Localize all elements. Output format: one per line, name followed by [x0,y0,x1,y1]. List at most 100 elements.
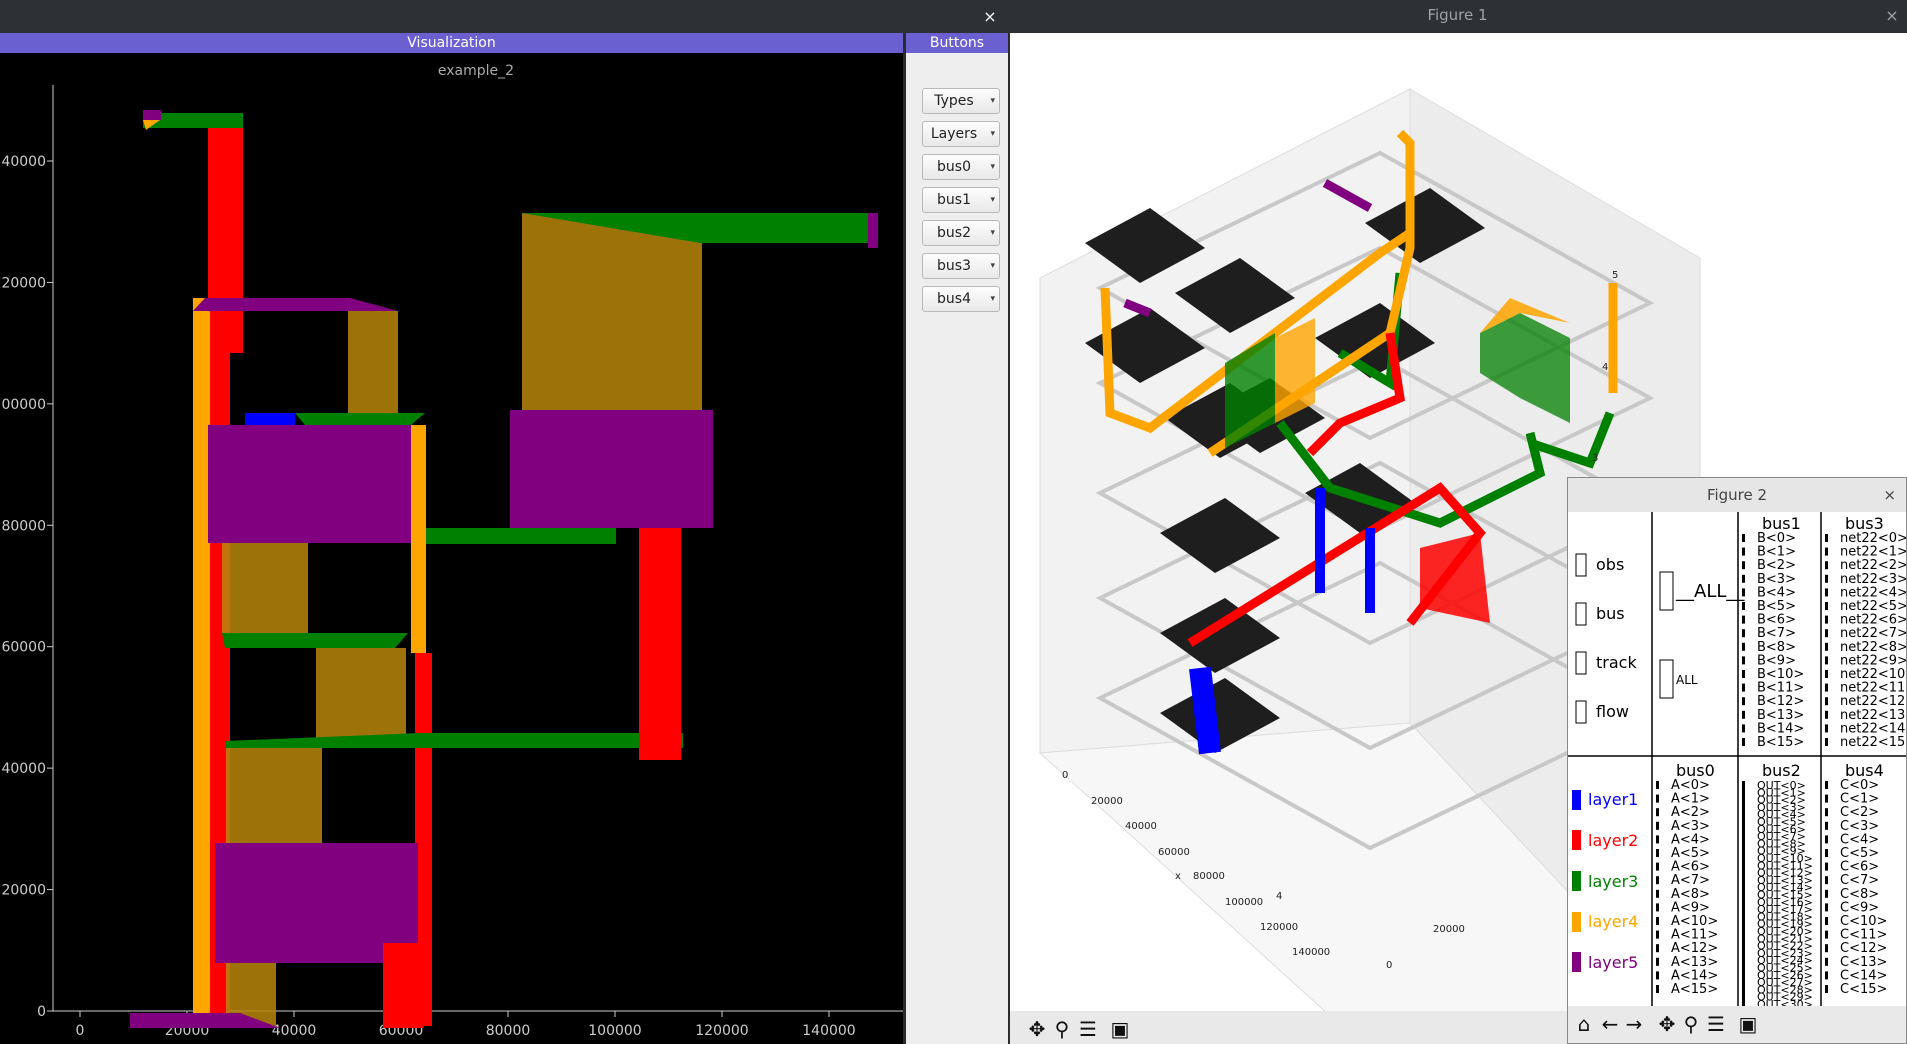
net-checkbox[interactable] [1825,781,1828,789]
net-checkbox[interactable] [1742,956,1745,965]
net-checkbox[interactable] [1825,889,1828,898]
net-checkbox[interactable] [1656,917,1659,925]
net-checkbox[interactable] [1742,854,1745,862]
net-checkbox[interactable] [1656,889,1659,898]
net-checkbox[interactable] [1825,862,1828,871]
configure-icon[interactable]: ☰ [1076,1017,1100,1041]
net-checkbox[interactable] [1742,978,1745,987]
net-checkbox[interactable] [1742,724,1745,733]
figure2-canvas[interactable]: obs bus track flow __ALL__ ALL layer1 la… [1568,512,1906,1006]
net-checkbox[interactable] [1656,944,1659,953]
net-checkbox[interactable] [1825,602,1828,610]
visualization-plot-area[interactable]: example_2 0 20000 40000 60000 80000 00000 2000… [0,53,903,1044]
net-checkbox[interactable] [1742,963,1745,972]
net-checkbox[interactable] [1656,781,1659,789]
net-checkbox[interactable] [1825,534,1828,542]
net-checkbox[interactable] [1742,534,1745,542]
net-checkbox[interactable] [1825,642,1828,651]
net-checkbox[interactable] [1656,821,1659,830]
net-checkbox[interactable] [1825,738,1828,746]
net-checkbox[interactable] [1742,588,1745,597]
net-checkbox[interactable] [1825,629,1828,638]
bus0-dropdown[interactable]: bus0 ▾ [922,154,1000,180]
net-checkbox[interactable] [1742,547,1745,556]
configure-icon[interactable]: ☰ [1704,1012,1728,1036]
net-checkbox[interactable] [1742,832,1745,841]
bus4-dropdown[interactable]: bus4 ▾ [922,286,1000,312]
net-checkbox[interactable] [1656,971,1659,980]
net-checkbox[interactable] [1825,985,1828,993]
net-checkbox[interactable] [1825,794,1828,803]
forward-icon[interactable]: → [1622,1012,1646,1036]
net-checkbox[interactable] [1742,656,1745,665]
layer5-checkbox[interactable] [1572,952,1581,972]
zoom-icon[interactable]: ⚲ [1050,1017,1074,1041]
zoom-icon[interactable]: ⚲ [1679,1012,1703,1036]
net-checkbox[interactable] [1742,810,1745,819]
net-checkbox[interactable] [1742,697,1745,706]
all-checkbox[interactable] [1659,659,1674,699]
layout-plot[interactable]: example_2 0 20000 40000 60000 80000 00000 2000… [0,53,903,1044]
layer1-checkbox[interactable] [1572,790,1581,810]
net-checkbox[interactable] [1742,970,1745,979]
net-checkbox[interactable] [1656,835,1659,844]
net-checkbox[interactable] [1742,781,1745,789]
layer3-checkbox[interactable] [1572,871,1581,891]
net-checkbox[interactable] [1742,817,1745,826]
net-checkbox[interactable] [1742,574,1745,583]
net-checkbox[interactable] [1742,629,1745,638]
net-checkbox[interactable] [1742,824,1745,833]
net-checkbox[interactable] [1742,985,1745,994]
bus2-dropdown[interactable]: bus2 ▾ [922,220,1000,246]
net-checkbox[interactable] [1825,930,1828,939]
left-window-close-button[interactable]: × [978,0,1002,33]
net-checkbox[interactable] [1825,876,1828,885]
types-dropdown[interactable]: Types ▾ [922,88,1000,114]
net-checkbox[interactable] [1825,670,1828,678]
net-checkbox[interactable] [1742,934,1745,943]
net-checkbox[interactable] [1742,927,1745,935]
net-checkbox[interactable] [1825,971,1828,980]
net-checkbox[interactable] [1825,683,1828,692]
net-checkbox[interactable] [1742,948,1745,957]
move-icon[interactable]: ✥ [1025,1017,1049,1041]
all-checkbox-big[interactable] [1659,571,1674,611]
net-checkbox[interactable] [1656,849,1659,857]
net-checkbox[interactable] [1656,930,1659,939]
figure2-close-button[interactable]: × [1883,478,1896,512]
net-checkbox[interactable] [1742,861,1745,870]
net-checkbox[interactable] [1825,697,1828,706]
bus1-dropdown[interactable]: bus1 ▾ [922,187,1000,213]
net-checkbox[interactable] [1742,670,1745,678]
net-checkbox[interactable] [1825,808,1828,817]
net-checkbox[interactable] [1656,985,1659,993]
net-checkbox[interactable] [1825,903,1828,912]
net-checkbox[interactable] [1656,862,1659,871]
net-checkbox[interactable] [1742,615,1745,624]
bus-checkbox[interactable] [1575,602,1587,626]
net-checkbox[interactable] [1742,905,1745,914]
figure1-close-button[interactable]: × [1880,0,1904,31]
net-checkbox[interactable] [1825,917,1828,925]
net-checkbox[interactable] [1656,794,1659,803]
net-checkbox[interactable] [1656,876,1659,885]
back-icon[interactable]: ← [1598,1012,1622,1036]
net-checkbox[interactable] [1742,868,1745,877]
save-icon[interactable]: ▣ [1736,1012,1760,1036]
net-checkbox[interactable] [1742,561,1745,570]
net-checkbox[interactable] [1656,903,1659,912]
net-checkbox[interactable] [1742,941,1745,950]
net-checkbox[interactable] [1825,561,1828,570]
net-checkbox[interactable] [1742,875,1745,884]
net-checkbox[interactable] [1825,615,1828,624]
net-checkbox[interactable] [1825,957,1828,966]
net-checkbox[interactable] [1742,642,1745,651]
net-checkbox[interactable] [1825,849,1828,857]
net-checkbox[interactable] [1742,883,1745,892]
net-checkbox[interactable] [1825,656,1828,665]
flow-checkbox[interactable] [1575,700,1587,724]
net-checkbox[interactable] [1742,710,1745,719]
net-checkbox[interactable] [1825,944,1828,953]
net-checkbox[interactable] [1742,846,1745,855]
net-checkbox[interactable] [1742,897,1745,906]
